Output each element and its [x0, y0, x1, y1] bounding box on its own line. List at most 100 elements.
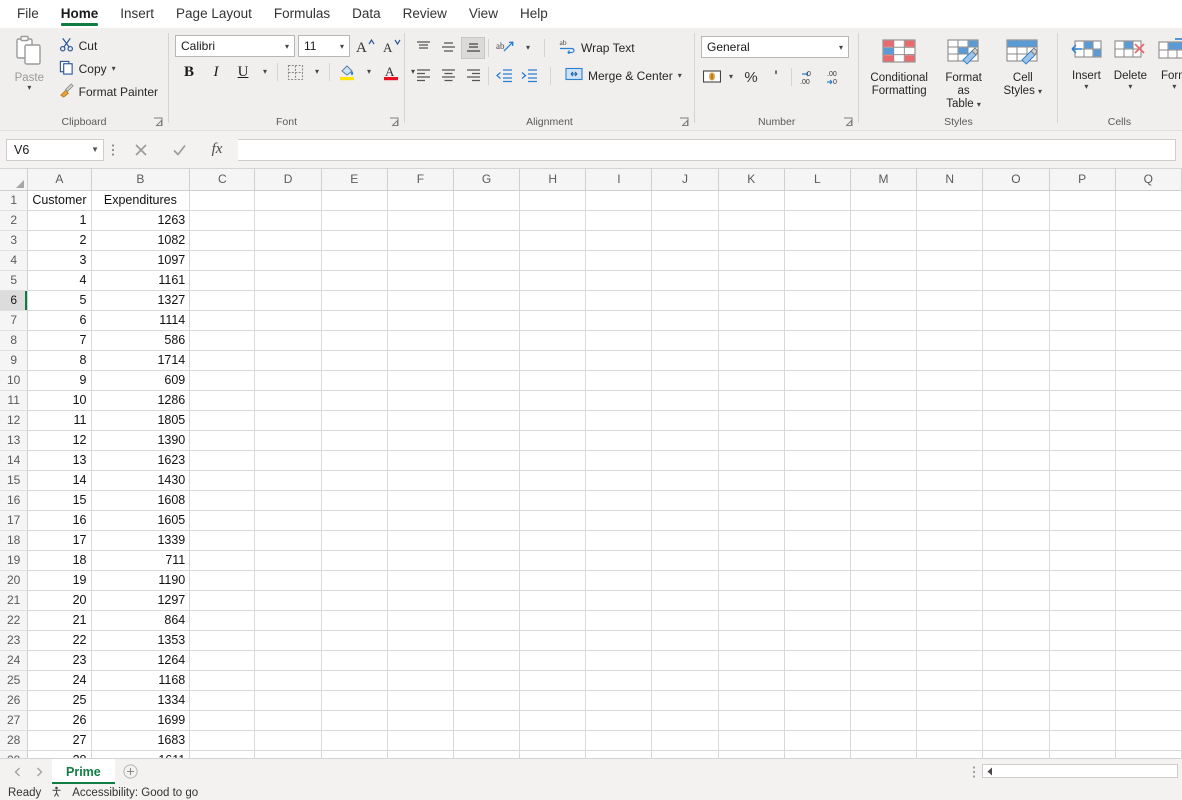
cell-N29[interactable]	[916, 750, 984, 758]
cell-A12[interactable]: 11	[27, 410, 92, 431]
cell-E11[interactable]	[321, 390, 388, 411]
cell-P21[interactable]	[1049, 590, 1116, 611]
cell-C13[interactable]	[189, 430, 256, 451]
cell-O23[interactable]	[982, 630, 1050, 651]
column-header-l[interactable]: L	[784, 169, 851, 191]
cell-F6[interactable]	[387, 290, 454, 311]
cell-L25[interactable]	[784, 670, 851, 691]
cell-M14[interactable]	[850, 450, 918, 471]
cell-N1[interactable]	[916, 190, 984, 211]
cell-C18[interactable]	[189, 530, 256, 551]
cell-P26[interactable]	[1049, 690, 1116, 711]
cell-I6[interactable]	[585, 290, 653, 311]
row-header-22[interactable]: 22	[0, 610, 29, 631]
cell-H14[interactable]	[519, 450, 587, 471]
increase-font-size-button[interactable]: A	[353, 35, 377, 57]
cell-O6[interactable]	[982, 290, 1050, 311]
cell-H12[interactable]	[519, 410, 587, 431]
accounting-chevron-down-icon[interactable]: ▾	[724, 66, 738, 88]
cell-E3[interactable]	[321, 230, 388, 251]
cell-E13[interactable]	[321, 430, 388, 451]
cell-A17[interactable]: 16	[27, 510, 92, 531]
cell-A22[interactable]: 21	[27, 610, 92, 631]
cell-J5[interactable]	[651, 270, 719, 291]
cell-I5[interactable]	[585, 270, 653, 291]
cell-M3[interactable]	[850, 230, 918, 251]
paste-button[interactable]: Paste ▾	[6, 31, 53, 92]
cell-K15[interactable]	[718, 470, 785, 491]
font-name-combo[interactable]: Calibri ▾	[175, 35, 295, 57]
cell-C23[interactable]	[189, 630, 256, 651]
cell-O14[interactable]	[982, 450, 1050, 471]
cell-O2[interactable]	[982, 210, 1050, 231]
cell-I24[interactable]	[585, 650, 653, 671]
cell-L1[interactable]	[784, 190, 851, 211]
cell-K5[interactable]	[718, 270, 785, 291]
row-header-16[interactable]: 16	[0, 490, 29, 511]
cell-G23[interactable]	[453, 630, 521, 651]
cell-L13[interactable]	[784, 430, 851, 451]
cell-P27[interactable]	[1049, 710, 1116, 731]
cell-I8[interactable]	[585, 330, 653, 351]
cell-G22[interactable]	[453, 610, 521, 631]
cell-P11[interactable]	[1049, 390, 1116, 411]
row-header-20[interactable]: 20	[0, 570, 29, 591]
cell-K3[interactable]	[718, 230, 785, 251]
cell-H24[interactable]	[519, 650, 587, 671]
cell-P29[interactable]	[1049, 750, 1116, 758]
cell-F25[interactable]	[387, 670, 454, 691]
cell-D28[interactable]	[254, 730, 322, 751]
column-header-c[interactable]: C	[189, 169, 256, 191]
cell-H3[interactable]	[519, 230, 587, 251]
cell-E24[interactable]	[321, 650, 388, 671]
cell-P23[interactable]	[1049, 630, 1116, 651]
cell-K26[interactable]	[718, 690, 785, 711]
cell-M17[interactable]	[850, 510, 918, 531]
cell-H4[interactable]	[519, 250, 587, 271]
cell-M7[interactable]	[850, 310, 918, 331]
cell-L12[interactable]	[784, 410, 851, 431]
cell-M23[interactable]	[850, 630, 918, 651]
cell-B24[interactable]: 1264	[91, 650, 191, 671]
cell-L9[interactable]	[784, 350, 851, 371]
cell-H9[interactable]	[519, 350, 587, 371]
cell-D12[interactable]	[254, 410, 322, 431]
cell-Q29[interactable]	[1115, 750, 1182, 758]
row-header-9[interactable]: 9	[0, 350, 29, 371]
cell-F27[interactable]	[387, 710, 454, 731]
cell-K20[interactable]	[718, 570, 785, 591]
cell-H7[interactable]	[519, 310, 587, 331]
cell-D9[interactable]	[254, 350, 322, 371]
cell-P9[interactable]	[1049, 350, 1116, 371]
cell-F20[interactable]	[387, 570, 454, 591]
cell-A5[interactable]: 4	[27, 270, 92, 291]
cell-I7[interactable]	[585, 310, 653, 331]
cell-L27[interactable]	[784, 710, 851, 731]
cell-J18[interactable]	[651, 530, 719, 551]
cell-L4[interactable]	[784, 250, 851, 271]
cell-N17[interactable]	[916, 510, 984, 531]
cell-O5[interactable]	[982, 270, 1050, 291]
cell-M16[interactable]	[850, 490, 918, 511]
horizontal-split-grip[interactable]	[966, 759, 982, 784]
merge-center-button[interactable]: Merge & Center ▾	[560, 64, 687, 87]
cell-Q18[interactable]	[1115, 530, 1182, 551]
cell-J17[interactable]	[651, 510, 719, 531]
cell-F29[interactable]	[387, 750, 454, 758]
cell-J16[interactable]	[651, 490, 719, 511]
cell-A11[interactable]: 10	[27, 390, 92, 411]
cell-L15[interactable]	[784, 470, 851, 491]
format-painter-button[interactable]: Format Painter	[55, 81, 162, 103]
cell-L21[interactable]	[784, 590, 851, 611]
cell-G11[interactable]	[453, 390, 521, 411]
cell-K17[interactable]	[718, 510, 785, 531]
cell-B21[interactable]: 1297	[91, 590, 191, 611]
cell-K2[interactable]	[718, 210, 785, 231]
conditional-formatting-button[interactable]: Conditional Formatting	[865, 36, 933, 100]
cell-M26[interactable]	[850, 690, 918, 711]
cell-A4[interactable]: 3	[27, 250, 92, 271]
cell-J4[interactable]	[651, 250, 719, 271]
cell-D19[interactable]	[254, 550, 322, 571]
cell-D6[interactable]	[254, 290, 322, 311]
cell-O18[interactable]	[982, 530, 1050, 551]
